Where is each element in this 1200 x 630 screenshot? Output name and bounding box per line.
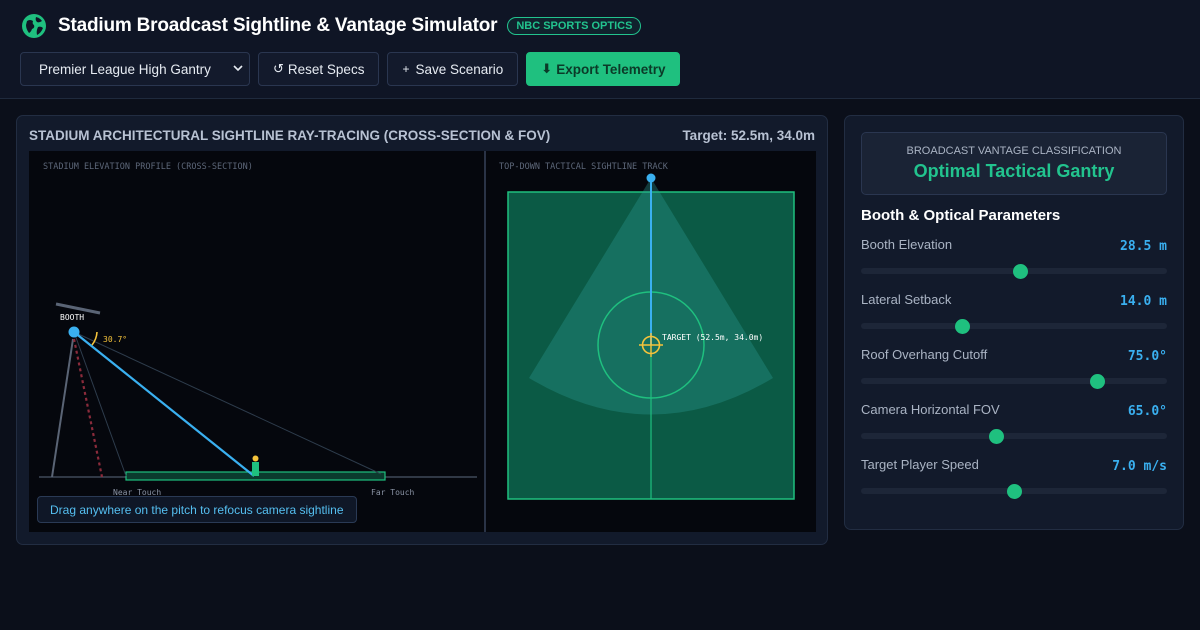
slider-thumb[interactable]: [1089, 374, 1105, 389]
param-label: Camera Horizontal FOV: [861, 402, 1000, 417]
app-header: Stadium Broadcast Sightline & Vantage Si…: [0, 0, 1200, 99]
toolbar: Premier League High Gantry ↺ Reset Specs…: [20, 52, 688, 86]
save-scenario-button[interactable]: + Save Scenario: [387, 52, 519, 86]
target-label: TARGET (52.5m, 34.0m): [662, 333, 763, 342]
preset-select-value: Premier League High Gantry: [39, 61, 211, 77]
reset-specs-button[interactable]: ↺ Reset Specs: [258, 52, 380, 86]
param-booth-elevation: Booth Elevation 28.5 m: [861, 237, 1167, 279]
param-target-player-speed: Target Player Speed 7.0 m/s: [861, 457, 1167, 499]
booth-label: BOOTH: [60, 313, 84, 322]
target-readout: Target: 52.5m, 34.0m: [682, 128, 815, 143]
player-head: [252, 455, 259, 462]
param-value: 28.5 m: [1120, 239, 1167, 254]
app-title: Stadium Broadcast Sightline & Vantage Si…: [58, 15, 498, 36]
globe-icon: [22, 14, 46, 38]
save-scenario-label: Save Scenario: [415, 61, 504, 77]
refresh-icon: ↺: [273, 61, 284, 76]
params-title: Booth & Optical Parameters: [861, 207, 1061, 224]
slider-track[interactable]: [861, 323, 1167, 329]
param-label: Booth Elevation: [861, 237, 953, 252]
visualization-canvas[interactable]: STADIUM ELEVATION PROFILE (CROSS-SECTION…: [29, 151, 816, 532]
param-roof-overhang-cutoff: Roof Overhang Cutoff 75.0°: [861, 347, 1167, 389]
sightline-panel: STADIUM ARCHITECTURAL SIGHTLINE RAY-TRAC…: [16, 115, 828, 545]
brand-badge: NBC SPORTS OPTICS: [507, 17, 642, 35]
sightline-ray: [73, 331, 255, 477]
param-label: Roof Overhang Cutoff: [861, 347, 988, 362]
cross-section-label: STADIUM ELEVATION PROFILE (CROSS-SECTION…: [43, 162, 253, 172]
booth-support: [72, 338, 104, 478]
parameters-panel: BROADCAST VANTAGE CLASSIFICATION Optimal…: [844, 115, 1184, 530]
angle-label: 30.7°: [103, 335, 127, 344]
slider-thumb[interactable]: [954, 319, 970, 334]
booth-marker[interactable]: [68, 326, 80, 338]
classification-value: Optimal Tactical Gantry: [913, 161, 1115, 181]
param-camera-horizontal-fov: Camera Horizontal FOV 65.0°: [861, 402, 1167, 444]
param-label: Lateral Setback: [861, 292, 952, 307]
preset-select[interactable]: Premier League High Gantry: [20, 52, 250, 86]
classification-label: BROADCAST VANTAGE CLASSIFICATION: [906, 145, 1122, 157]
slider-track[interactable]: [861, 433, 1167, 439]
plus-icon: +: [402, 62, 410, 76]
param-label: Target Player Speed: [861, 457, 979, 472]
slider-thumb[interactable]: [1007, 484, 1022, 499]
classification-card: BROADCAST VANTAGE CLASSIFICATION Optimal…: [861, 132, 1167, 195]
reset-specs-label: Reset Specs: [287, 61, 365, 77]
top-booth-marker: [646, 173, 656, 183]
param-lateral-setback: Lateral Setback 14.0 m: [861, 292, 1167, 334]
param-value: 7.0 m/s: [1112, 459, 1167, 474]
param-value: 75.0°: [1127, 349, 1167, 364]
angle-arc: [91, 331, 98, 346]
export-telemetry-button[interactable]: ⬇ Export Telemetry: [526, 52, 681, 86]
visualization-svg[interactable]: STADIUM ELEVATION PROFILE (CROSS-SECTION…: [29, 151, 816, 532]
stand-rake: [51, 338, 74, 478]
brand: Stadium Broadcast Sightline & Vantage Si…: [21, 13, 642, 39]
export-telemetry-label: Export Telemetry: [556, 61, 666, 77]
param-value: 14.0 m: [1120, 294, 1167, 309]
slider-thumb[interactable]: [1013, 264, 1029, 279]
chevron-down-icon: [233, 65, 243, 72]
param-value: 65.0°: [1127, 404, 1167, 419]
slider-thumb[interactable]: [988, 429, 1004, 444]
download-icon: ⬇: [541, 61, 553, 76]
top-down-label: TOP-DOWN TACTICAL SIGHTLINE TRACK: [499, 162, 669, 172]
panel-title: STADIUM ARCHITECTURAL SIGHTLINE RAY-TRAC…: [29, 128, 551, 143]
far-touch-label: Far Touch: [371, 488, 415, 497]
refocus-hint: Drag anywhere on the pitch to refocus ca…: [37, 496, 357, 523]
player-figure: [252, 462, 259, 476]
fov-far-line: [73, 331, 382, 475]
slider-track[interactable]: [861, 378, 1167, 384]
roof-overhang: [55, 302, 101, 315]
